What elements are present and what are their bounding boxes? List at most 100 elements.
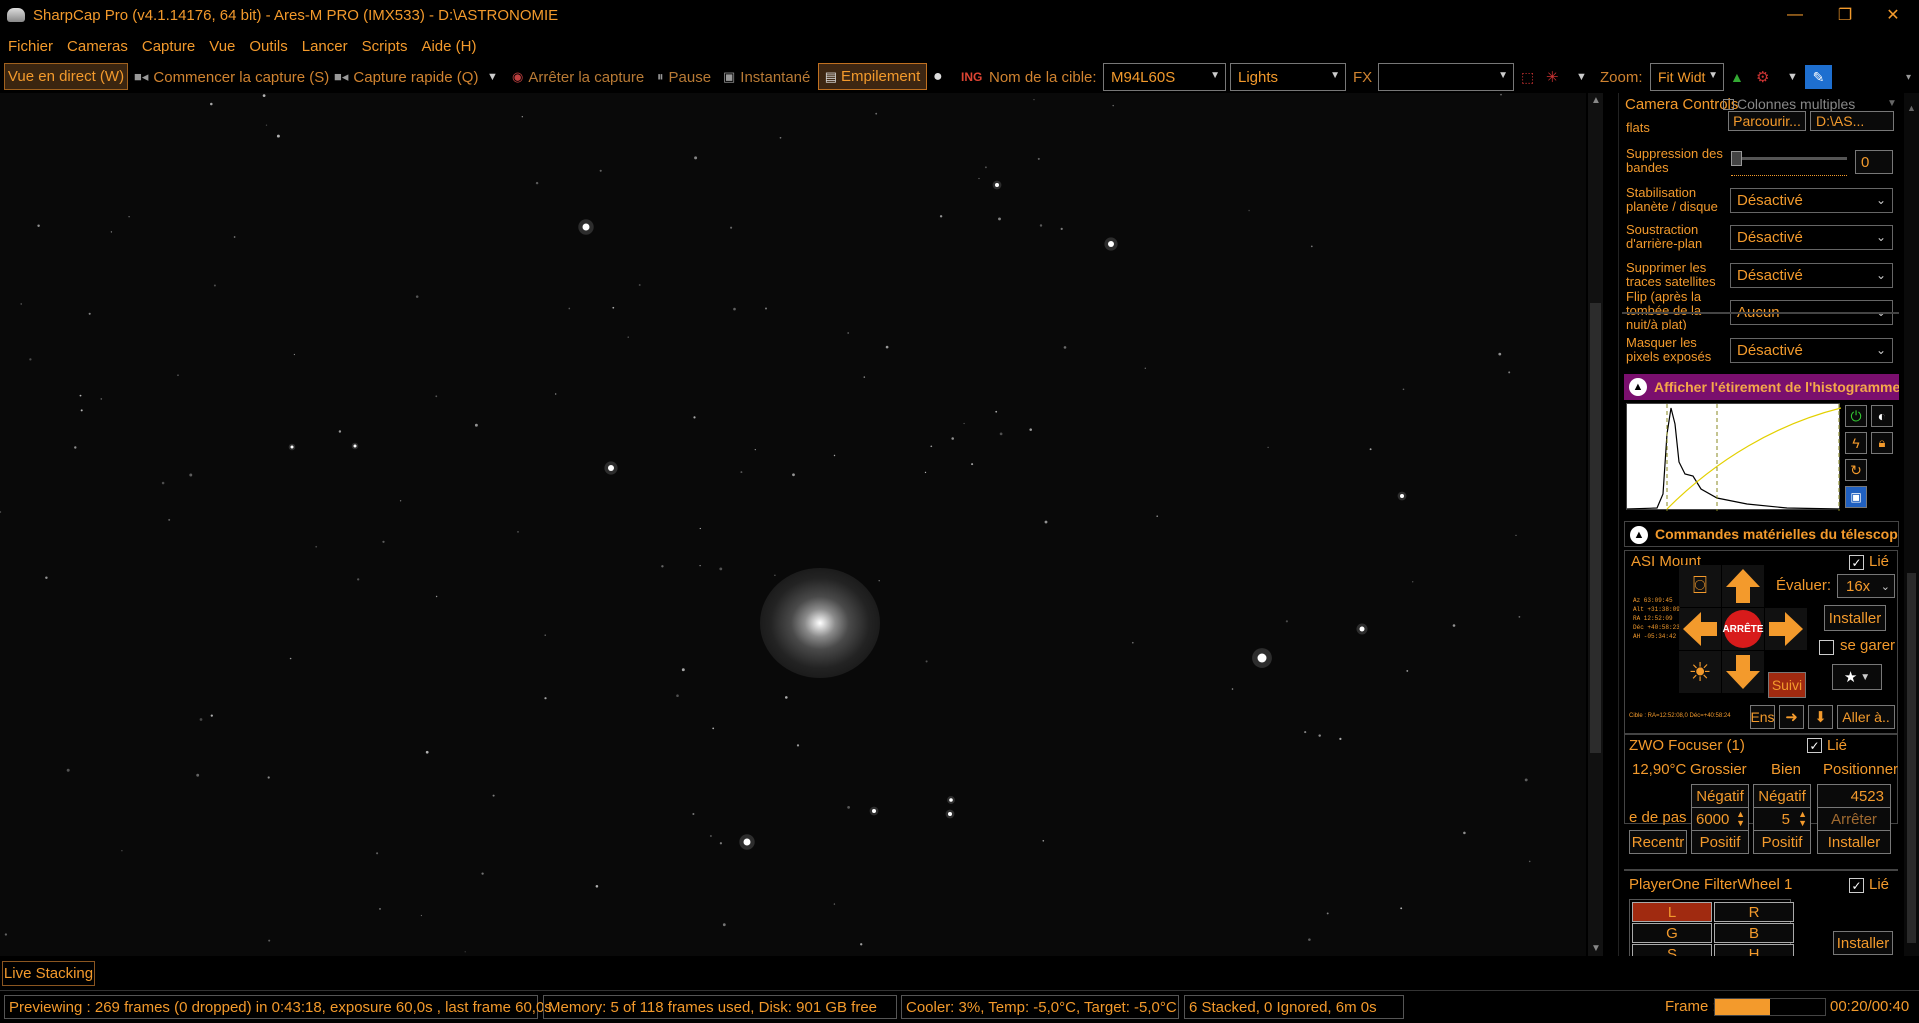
telescope-section-header[interactable]: ▲ Commandes matérielles du télescope: [1624, 521, 1899, 547]
moon-icon[interactable]: ●: [933, 62, 943, 92]
menu-cameras[interactable]: Cameras: [67, 38, 128, 55]
move-east-button[interactable]: [1765, 608, 1807, 650]
collapse-icon[interactable]: ▲: [1630, 526, 1648, 544]
fine-negative-button[interactable]: Négatif: [1753, 784, 1811, 808]
filter-s[interactable]: S: [1632, 944, 1712, 956]
band-suppression-input[interactable]: 0: [1855, 150, 1893, 174]
stop-capture-button[interactable]: ◉ Arrêter la capture: [512, 62, 644, 92]
toolbar-overflow-icon[interactable]: ▾: [1906, 62, 1911, 92]
filterwheel-linked-checkbox[interactable]: ✓: [1849, 878, 1864, 893]
histogram-icon[interactable]: ▲: [1730, 62, 1744, 92]
scroll-down-icon[interactable]: ▼: [1591, 943, 1601, 954]
filter-g[interactable]: G: [1632, 923, 1712, 943]
multiple-columns-toggle[interactable]: Colonnes multiples: [1723, 96, 1855, 112]
power-icon[interactable]: ⏻: [1845, 405, 1867, 427]
columns-checkbox[interactable]: [1723, 99, 1734, 110]
mask-exposed-select[interactable]: Désactivé ⌄: [1730, 338, 1893, 363]
viewer-scrollbar[interactable]: ▲ ▼: [1588, 93, 1603, 956]
scrollbar-thumb[interactable]: [1907, 573, 1916, 943]
minimize-button[interactable]: —: [1772, 0, 1818, 30]
stabilisation-select[interactable]: Désactivé ⌄: [1730, 188, 1893, 213]
center-target-button[interactable]: ☀: [1679, 651, 1721, 693]
mount-stop-button[interactable]: ARRÊTE: [1722, 608, 1764, 650]
spiral-search-button[interactable]: ⌼: [1679, 565, 1721, 607]
menu-vue[interactable]: Vue: [209, 38, 235, 55]
chevron-down-icon[interactable]: ▼: [1887, 98, 1897, 109]
quick-capture-button[interactable]: ■◂ Capture rapide (Q): [334, 62, 478, 92]
coarse-negative-button[interactable]: Négatif: [1691, 784, 1749, 808]
contrast-icon[interactable]: ◐: [1871, 405, 1893, 427]
move-north-button[interactable]: [1722, 565, 1764, 607]
move-west-button[interactable]: [1679, 608, 1721, 650]
filterwheel-install-button[interactable]: Installer: [1833, 931, 1893, 955]
scroll-up-icon[interactable]: ▲: [1591, 95, 1601, 106]
fine-step-input[interactable]: 5 ▲ ▼: [1753, 807, 1811, 831]
reticle-icon[interactable]: ⚙: [1756, 62, 1769, 92]
quick-capture-dropdown-icon[interactable]: ▼: [487, 62, 498, 92]
arrow-right-icon[interactable]: ➜: [1779, 705, 1804, 729]
close-button[interactable]: ✕: [1870, 0, 1916, 30]
filter-b[interactable]: B: [1714, 923, 1794, 943]
satellite-trails-select[interactable]: Désactivé ⌄: [1730, 263, 1893, 288]
focuser-install-button[interactable]: Installer: [1817, 830, 1891, 854]
scrollbar-thumb[interactable]: [1590, 303, 1601, 753]
collapse-icon[interactable]: ▲: [1629, 378, 1647, 396]
star-select[interactable]: ★ ▼: [1832, 664, 1882, 690]
target-name-select[interactable]: M94L60S ▼: [1103, 63, 1226, 91]
reticle-dropdown-icon[interactable]: ▼: [1787, 62, 1798, 92]
menu-capture[interactable]: Capture: [142, 38, 195, 55]
menu-aide[interactable]: Aide (H): [421, 38, 476, 55]
rate-select[interactable]: 16x ⌄: [1837, 574, 1895, 598]
park-checkbox[interactable]: [1819, 640, 1834, 655]
slider-handle[interactable]: [1731, 151, 1742, 166]
filter-h[interactable]: H: [1714, 944, 1794, 956]
goto-button[interactable]: Aller à..: [1837, 705, 1895, 729]
zoom-select[interactable]: Fit Widt ▼: [1650, 63, 1724, 91]
background-subtraction-select[interactable]: Désactivé ⌄: [1730, 225, 1893, 250]
start-capture-button[interactable]: ■◂ Commencer la capture (S): [134, 62, 329, 92]
histogram-display[interactable]: [1626, 403, 1842, 511]
crosshair-icon[interactable]: ✳: [1546, 62, 1559, 92]
stacking-button[interactable]: ▤ Empilement: [818, 63, 927, 90]
selection-rect-icon[interactable]: ⬚: [1521, 62, 1534, 92]
band-suppression-slider[interactable]: [1731, 157, 1847, 160]
spinner-icon[interactable]: ▲ ▼: [1736, 810, 1745, 828]
menu-lancer[interactable]: Lancer: [302, 38, 348, 55]
fx-select[interactable]: ▼: [1378, 63, 1514, 91]
lock-icon[interactable]: 🔒︎: [1871, 432, 1893, 454]
fine-positive-button[interactable]: Positif: [1753, 830, 1811, 854]
flats-browse-button[interactable]: Parcourir...: [1728, 111, 1806, 131]
menu-scripts[interactable]: Scripts: [362, 38, 408, 55]
live-stacking-tab[interactable]: Live Stacking: [2, 961, 95, 986]
restore-button[interactable]: ❐: [1822, 0, 1868, 30]
crosshair-dropdown-icon[interactable]: ▼: [1576, 62, 1587, 92]
mount-install-button[interactable]: Installer: [1824, 605, 1886, 631]
coarse-positive-button[interactable]: Positif: [1691, 830, 1749, 854]
move-south-button[interactable]: [1722, 651, 1764, 693]
menu-fichier[interactable]: Fichier: [8, 38, 53, 55]
reset-icon[interactable]: ↻: [1845, 459, 1867, 481]
histogram-section-header[interactable]: ▲ Afficher l'étirement de l'histogramme: [1624, 374, 1899, 400]
image-viewer[interactable]: [0, 93, 1586, 956]
focuser-linked-checkbox[interactable]: ✓: [1807, 738, 1822, 753]
arrow-down-icon[interactable]: ⬇: [1808, 705, 1833, 729]
mount-linked-checkbox[interactable]: ✓: [1849, 555, 1864, 570]
snapshot-button[interactable]: ▣ Instantané: [723, 62, 810, 92]
lightning-icon[interactable]: ϟ: [1845, 432, 1867, 454]
pause-button[interactable]: ⏸ Pause: [657, 62, 711, 92]
noise-icon[interactable]: ING: [961, 62, 982, 92]
filter-r[interactable]: R: [1714, 902, 1794, 922]
save-icon[interactable]: ▣: [1845, 486, 1867, 508]
set-button[interactable]: Ens: [1750, 705, 1775, 729]
panel-scrollbar[interactable]: ▲: [1904, 93, 1919, 956]
spinner-icon[interactable]: ▲ ▼: [1798, 810, 1807, 828]
live-view-button[interactable]: Vue en direct (W): [4, 63, 128, 90]
coarse-step-input[interactable]: 6000 ▲ ▼: [1691, 807, 1749, 831]
recenter-button[interactable]: Recentr: [1629, 830, 1687, 854]
flats-path-select[interactable]: D:\AS...: [1810, 111, 1894, 131]
position-input[interactable]: 4523: [1817, 784, 1891, 808]
track-button[interactable]: Suivi: [1768, 672, 1806, 698]
menu-outils[interactable]: Outils: [249, 38, 287, 55]
frame-type-select[interactable]: Lights ▼: [1230, 63, 1346, 91]
pin-icon[interactable]: ✎: [1805, 65, 1832, 89]
